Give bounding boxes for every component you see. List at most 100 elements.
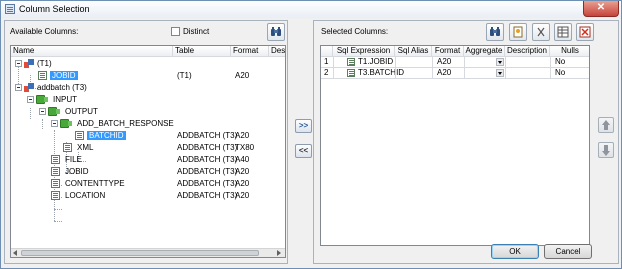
column-selection-window: Column Selection ✕ Available Columns: Di…	[0, 0, 622, 269]
horizontal-scrollbar[interactable]	[11, 248, 285, 257]
column-header-format[interactable]: Format	[432, 46, 464, 57]
cut-button[interactable]	[532, 23, 550, 41]
tree-line	[30, 108, 31, 119]
format-cell[interactable]: A20	[437, 68, 451, 78]
field-icon	[63, 143, 72, 152]
move-up-button[interactable]	[598, 117, 614, 133]
distinct-checkbox[interactable]	[171, 27, 180, 36]
field-icon	[347, 58, 355, 66]
row-number-header	[321, 46, 333, 57]
tree-node[interactable]: INPUT	[53, 95, 77, 105]
tree-node[interactable]: XML	[77, 143, 93, 153]
find-button[interactable]	[486, 23, 504, 41]
tree-node-label: BATCHID	[87, 131, 126, 140]
window-title: Column Selection	[19, 4, 90, 14]
title-bar[interactable]: Column Selection ✕	[1, 1, 621, 18]
move-down-button[interactable]	[598, 142, 614, 158]
data-source-icon	[24, 59, 34, 69]
tree-node[interactable]: OUTPUT	[65, 107, 98, 117]
column-header-aggregate[interactable]: Aggregate	[464, 46, 505, 57]
tree-line	[54, 130, 55, 200]
column-header-description[interactable]: Description	[505, 46, 550, 57]
selected-columns-grid[interactable]: Sql Expression Sql Alias Format Aggregat…	[320, 45, 590, 246]
collapse-toggle[interactable]	[39, 108, 46, 115]
add-columns-button[interactable]: >>	[295, 119, 312, 133]
collapse-toggle[interactable]	[51, 120, 58, 127]
close-button[interactable]: ✕	[583, 1, 619, 17]
available-columns-tree[interactable]: Name Table Format Desc (T1)	[10, 45, 286, 258]
sql-expression-cell[interactable]: T3.BATCHID	[358, 68, 404, 78]
group-icon	[36, 95, 48, 104]
tree-node[interactable]: LOCATION	[65, 191, 105, 201]
nulls-cell[interactable]: No	[555, 68, 565, 78]
tree-node-label: JOBID	[50, 71, 78, 80]
sql-expression-cell[interactable]: T1.JOBID	[358, 57, 393, 67]
selected-columns-label: Selected Columns:	[321, 27, 389, 36]
tree-node[interactable]: CONTENTTYPE	[65, 179, 125, 189]
scroll-thumb[interactable]	[21, 250, 259, 256]
find-button[interactable]	[267, 23, 285, 41]
collapse-toggle[interactable]	[27, 96, 34, 103]
available-columns-panel: Available Columns: Distinct Name Table F…	[4, 20, 288, 264]
format-cell: TX80	[235, 143, 255, 152]
field-icon	[51, 155, 60, 164]
available-columns-label: Available Columns:	[10, 27, 79, 36]
tree-node-selected[interactable]: JOBID	[50, 71, 78, 81]
distinct-label: Distinct	[183, 27, 210, 36]
collapse-toggle[interactable]	[15, 84, 22, 91]
window-icon	[5, 4, 15, 14]
delete-icon	[579, 26, 591, 38]
tree-node-selected[interactable]: BATCHID	[87, 131, 126, 141]
remove-columns-button[interactable]: <<	[295, 144, 312, 158]
new-expression-button[interactable]	[509, 23, 527, 41]
grid-view-button[interactable]	[554, 23, 572, 41]
table-cell: ADDBATCH (T3)	[177, 167, 238, 176]
format-cell: A20	[235, 131, 250, 140]
ok-button[interactable]: OK	[491, 244, 539, 259]
cancel-button[interactable]: Cancel	[544, 244, 592, 259]
delete-button[interactable]	[576, 23, 594, 41]
tree-line	[42, 119, 43, 129]
data-source-icon	[24, 83, 34, 93]
column-header-nulls[interactable]: Nulls	[550, 46, 589, 57]
aggregate-dropdown-icon[interactable]	[496, 58, 504, 66]
format-cell: A40	[235, 155, 250, 164]
page-icon	[513, 26, 523, 38]
column-header-name[interactable]: Name	[11, 46, 173, 57]
tree-node[interactable]: (T1)	[37, 59, 52, 69]
column-header-format[interactable]: Format	[231, 46, 269, 57]
binoculars-icon	[490, 27, 500, 36]
tree-node[interactable]: addbatch (T3)	[37, 83, 87, 93]
column-header-sql-alias[interactable]: Sql Alias	[395, 46, 432, 57]
scroll-right-arrow-icon[interactable]	[277, 250, 281, 256]
field-icon	[51, 179, 60, 188]
tree-line	[54, 221, 62, 222]
grid-icon	[557, 26, 569, 38]
tree-node[interactable]: JOBID	[65, 167, 89, 177]
collapse-toggle[interactable]	[15, 60, 22, 67]
nulls-cell[interactable]: No	[555, 57, 565, 67]
binoculars-icon	[271, 27, 281, 36]
field-icon	[38, 71, 47, 80]
aggregate-dropdown-icon[interactable]	[496, 69, 504, 77]
grid-line	[432, 57, 433, 79]
format-cell: A20	[235, 191, 250, 200]
format-cell: A20	[235, 179, 250, 188]
tree-node[interactable]: FILE	[65, 155, 82, 165]
tree-line	[54, 209, 62, 210]
column-header-sql-expression[interactable]: Sql Expression	[333, 46, 395, 57]
format-cell: A20	[235, 71, 250, 80]
table-cell: ADDBATCH (T3)	[177, 191, 238, 200]
table-cell: ADDBATCH (T3)	[177, 155, 238, 164]
format-cell[interactable]: A20	[437, 57, 451, 67]
tree-node[interactable]: ADD_BATCH_RESPONSE	[77, 119, 174, 129]
column-header-table[interactable]: Table	[173, 46, 231, 57]
field-icon	[51, 191, 60, 200]
column-header-desc[interactable]: Desc	[269, 46, 285, 57]
table-cell: (T1)	[177, 71, 192, 80]
grid-line	[550, 57, 551, 79]
tree-line	[54, 200, 55, 221]
scroll-left-arrow-icon[interactable]	[13, 250, 17, 256]
grid-line	[464, 57, 465, 79]
field-icon	[75, 131, 84, 140]
